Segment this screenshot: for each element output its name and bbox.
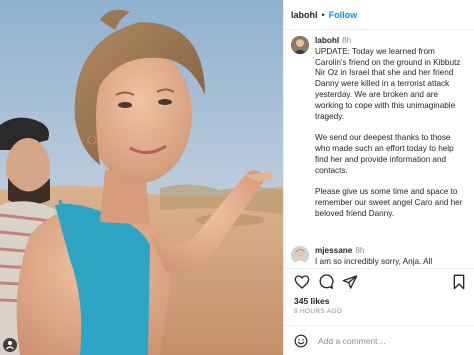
comment-icon[interactable] bbox=[318, 274, 334, 290]
bookmark-icon[interactable] bbox=[451, 274, 467, 290]
like-count[interactable]: 345 likes bbox=[294, 296, 329, 306]
post-header: labohl • Follow bbox=[284, 0, 474, 30]
share-icon[interactable] bbox=[342, 274, 358, 290]
post-sidebar: labohl • Follow labohl 8h UPDATE: Today w… bbox=[283, 0, 474, 355]
post-timestamp: 8 HOURS AGO bbox=[294, 308, 343, 315]
caption-paragraph-1: UPDATE: Today we learned from Carolin's … bbox=[315, 46, 461, 121]
avatar[interactable] bbox=[291, 36, 309, 54]
caption-username[interactable]: labohl bbox=[315, 36, 339, 45]
comment-item: mjessane 8h I am so incredibly sorry, Anj… bbox=[291, 246, 473, 268]
caption-time: 8h bbox=[342, 36, 352, 45]
post-caption: labohl 8h UPDATE: Today we learned from C… bbox=[291, 36, 473, 220]
avatar[interactable] bbox=[291, 246, 309, 264]
add-comment-bar: Add a comment… bbox=[284, 325, 474, 355]
comment-time: 8h bbox=[355, 246, 365, 255]
post-photo[interactable] bbox=[0, 0, 283, 355]
follow-button[interactable]: Follow bbox=[329, 10, 358, 20]
header-username[interactable]: labohl bbox=[291, 10, 318, 20]
comment-text: I am so incredibly sorry, Anja. All bbox=[315, 256, 433, 266]
comment-username[interactable]: mjessane bbox=[315, 246, 352, 255]
comment-input[interactable]: Add a comment… bbox=[318, 336, 386, 346]
emoji-icon[interactable] bbox=[294, 334, 308, 348]
post-image bbox=[0, 0, 283, 355]
caption-paragraph-2: We send our deepest thanks to those who … bbox=[315, 133, 454, 175]
header-separator: • bbox=[321, 9, 325, 20]
heart-icon[interactable] bbox=[294, 274, 310, 290]
action-bar bbox=[284, 268, 474, 294]
caption-paragraph-3: Please give us some time and space to re… bbox=[315, 187, 463, 218]
